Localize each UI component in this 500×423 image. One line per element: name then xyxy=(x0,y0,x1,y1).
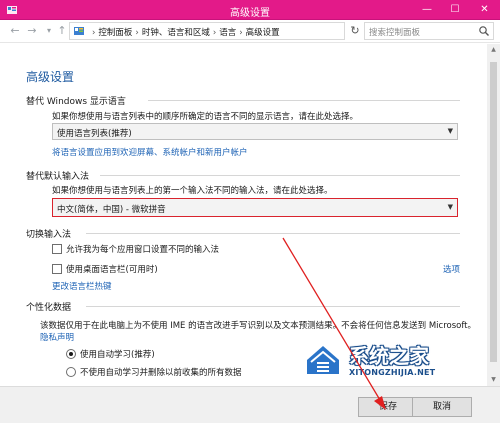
input-method-description: 如果你想使用与语言列表上的第一个输入法不同的输入法，请在此处选择。 xyxy=(52,186,333,196)
refresh-icon[interactable]: ↻ xyxy=(348,23,362,39)
close-button[interactable]: ✕ xyxy=(469,0,500,20)
auto-learning-label: 使用自动学习(推荐) xyxy=(80,350,155,360)
dialog-footer: 保存 取消 xyxy=(0,386,500,423)
chevron-down-icon: ▼ xyxy=(447,127,453,135)
apply-language-settings-link[interactable]: 将语言设置应用到欢迎屏幕、系统帐户和新用户帐户 xyxy=(52,146,248,158)
display-language-value: 使用语言列表(推荐) xyxy=(57,129,132,139)
breadcrumb-item[interactable]: 高级设置 xyxy=(246,28,280,38)
auto-learning-radio[interactable] xyxy=(66,349,76,359)
maximize-button[interactable]: ☐ xyxy=(441,0,469,20)
search-icon xyxy=(479,26,489,36)
input-method-heading: 替代默认输入法 xyxy=(26,172,90,182)
recent-pages-button[interactable]: ▾ xyxy=(42,23,56,39)
input-method-select[interactable]: 中文(简体，中国) - 微软拼音 ▼ xyxy=(52,198,458,217)
house-logo-icon xyxy=(307,346,339,374)
vertical-scrollbar[interactable]: ▲ ▼ xyxy=(487,44,500,386)
display-language-description: 如果你想使用与语言列表中的顺序所确定的语言不同的显示语言，请在此处选择。 xyxy=(52,112,359,122)
scroll-up-arrow-icon[interactable]: ▲ xyxy=(487,44,500,56)
watermark: 系统之家 XITONGZHIJIA.NET xyxy=(303,338,475,388)
breadcrumb: › 控制面板 › 时钟、语言和区域 › 语言 › 高级设置 xyxy=(92,28,280,38)
display-language-heading: 替代 Windows 显示语言 xyxy=(26,97,126,107)
watermark-url: XITONGZHIJIA.NET xyxy=(349,368,436,377)
control-panel-icon xyxy=(74,27,84,35)
divider xyxy=(86,306,460,307)
per-app-input-checkbox[interactable] xyxy=(52,244,62,254)
save-button[interactable]: 保存 xyxy=(358,397,418,417)
page-title: 高级设置 xyxy=(26,70,75,84)
desktop-language-bar-label: 使用桌面语言栏(可用时) xyxy=(66,265,158,275)
switching-heading: 切换输入法 xyxy=(26,230,72,240)
personalization-heading: 个性化数据 xyxy=(26,303,72,313)
input-method-value: 中文(简体，中国) - 微软拼音 xyxy=(57,205,166,215)
minimize-button[interactable]: — xyxy=(413,0,441,20)
search-placeholder: 搜索控制面板 xyxy=(369,28,421,38)
scroll-down-arrow-icon[interactable]: ▼ xyxy=(487,374,500,386)
cancel-button[interactable]: 取消 xyxy=(412,397,472,417)
no-auto-learning-radio[interactable] xyxy=(66,367,76,377)
breadcrumb-item[interactable]: 时钟、语言和区域 xyxy=(142,28,210,38)
up-button[interactable]: ↑ xyxy=(55,23,69,39)
divider xyxy=(148,100,460,101)
divider xyxy=(86,233,460,234)
desktop-language-bar-checkbox[interactable] xyxy=(52,264,62,274)
display-language-select[interactable]: 使用语言列表(推荐) ▼ xyxy=(52,123,458,140)
navigation-bar: ← → ▾ ↑ ›控制面板›时钟、语言和区域›语言›高级设置 ▼ ↻ 搜索控制面… xyxy=(0,20,500,43)
no-auto-learning-label: 不使用自动学习并删除以前收集的所有数据 xyxy=(80,368,242,378)
search-input[interactable]: 搜索控制面板 xyxy=(364,22,494,40)
privacy-statement-link[interactable]: 隐私声明 xyxy=(40,331,74,343)
scrollbar-thumb[interactable] xyxy=(490,62,497,362)
title-bar: 高级设置 — ☐ ✕ xyxy=(0,0,500,20)
breadcrumb-item[interactable]: 语言 xyxy=(219,28,236,38)
watermark-brand: 系统之家 xyxy=(349,344,429,368)
per-app-input-label: 允许我为每个应用窗口设置不同的输入法 xyxy=(66,245,220,255)
address-bar[interactable]: ›控制面板›时钟、语言和区域›语言›高级设置 ▼ xyxy=(69,22,409,40)
options-link[interactable]: 选项 xyxy=(443,263,460,275)
change-hotkeys-link[interactable]: 更改语言栏热键 xyxy=(52,280,112,292)
back-button[interactable]: ← xyxy=(8,23,22,39)
divider xyxy=(100,175,460,176)
forward-button[interactable]: → xyxy=(25,23,39,39)
personalization-description: 该数据仅用于在此电脑上为不使用 IME 的语言改进手写识别以及文本预测结果。不会… xyxy=(40,321,477,331)
chevron-down-icon: ▼ xyxy=(447,203,453,211)
settings-content: 高级设置 替代 Windows 显示语言 如果你想使用与语言列表中的顺序所确定的… xyxy=(0,44,487,386)
breadcrumb-item[interactable]: 控制面板 xyxy=(98,28,132,38)
